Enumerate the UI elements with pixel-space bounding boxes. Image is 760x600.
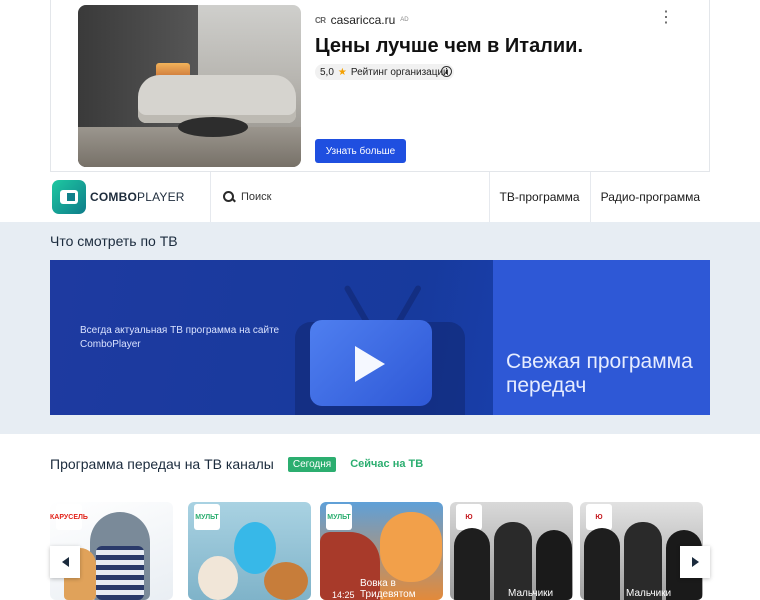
- ad-logo-icon: CR: [315, 15, 326, 25]
- site-header: COMBOPLAYER ТВ-программа Радио-программа: [50, 172, 710, 222]
- ad-banner[interactable]: CR casaricca.ru AD ⋮ Цены лучше чем в Ит…: [50, 0, 710, 172]
- show-time: 14:25: [332, 590, 355, 600]
- channel-card[interactable]: Ю Мальчики: [450, 502, 573, 600]
- channel-logo-icon: МУЛЬТ: [194, 504, 220, 530]
- rating-value: 5,0: [320, 66, 334, 78]
- ad-domain-text: casaricca.ru: [330, 13, 396, 27]
- rating-label: Рейтинг организации: [350, 66, 449, 78]
- channel-logo-icon: Ю: [586, 504, 612, 530]
- star-icon: ★: [337, 66, 347, 78]
- now-on-tv-tab[interactable]: Сейчас на ТВ: [350, 458, 423, 470]
- info-icon[interactable]: i: [441, 66, 452, 77]
- ad-image[interactable]: [78, 5, 301, 167]
- channel-card[interactable]: МУЛЬТ: [188, 502, 311, 600]
- brand-name-rest: PLAYER: [137, 190, 185, 204]
- channel-logo-icon: КАРУСЕЛЬ: [50, 504, 88, 530]
- ad-title[interactable]: Цены лучше чем в Италии.: [315, 35, 583, 58]
- search-bar[interactable]: [211, 172, 490, 222]
- show-title: Вовка в Тридевятом: [360, 578, 416, 600]
- nav-tv-program[interactable]: ТВ-программа: [490, 172, 591, 222]
- comboplayer-logo-icon: [52, 180, 86, 214]
- carousel-prev-button[interactable]: [50, 546, 80, 578]
- channel-card[interactable]: МУЛЬТ 14:25 Вовка в Тридевятом: [320, 502, 443, 600]
- channels-header: Программа передач на ТВ каналы Сегодня С…: [50, 456, 423, 472]
- hero-headline: Свежая программа передач: [506, 350, 693, 397]
- learn-more-button[interactable]: Узнать больше: [315, 139, 406, 163]
- channel-logo-icon: МУЛЬТ: [326, 504, 352, 530]
- channels-title: Программа передач на ТВ каналы: [50, 456, 274, 472]
- channel-carousel: КАРУСЕЛЬ МУЛЬТ МУЛЬТ 14:25 Вовка в Триде…: [50, 502, 710, 600]
- hero-subtitle: Всегда актуальная ТВ программа на сайте …: [80, 325, 280, 350]
- show-title: Мальчики: [508, 588, 554, 599]
- search-icon[interactable]: [223, 191, 235, 203]
- ad-mark: AD: [400, 17, 409, 23]
- carousel-next-button[interactable]: [680, 546, 710, 578]
- more-options-icon[interactable]: ⋮: [658, 10, 674, 26]
- chevron-right-icon: [691, 557, 699, 567]
- ad-rating: 5,0 ★ Рейтинг организации: [315, 64, 454, 80]
- brand-name: COMBOPLAYER: [90, 190, 185, 204]
- show-title: Мальчики: [626, 588, 672, 599]
- hero-section: Что смотреть по ТВ Всегда актуальная ТВ …: [0, 222, 760, 434]
- ad-domain[interactable]: CR casaricca.ru AD: [315, 13, 409, 27]
- nav-radio-program[interactable]: Радио-программа: [591, 172, 710, 222]
- search-input[interactable]: [241, 191, 441, 203]
- hero-banner[interactable]: Всегда актуальная ТВ программа на сайте …: [50, 260, 710, 415]
- brand-logo-link[interactable]: COMBOPLAYER: [50, 172, 211, 222]
- today-tab[interactable]: Сегодня: [287, 456, 337, 472]
- brand-name-bold: COMBO: [90, 190, 137, 204]
- chevron-left-icon: [61, 557, 69, 567]
- hero-title: Что смотреть по ТВ: [50, 233, 178, 249]
- channel-logo-icon: Ю: [456, 504, 482, 530]
